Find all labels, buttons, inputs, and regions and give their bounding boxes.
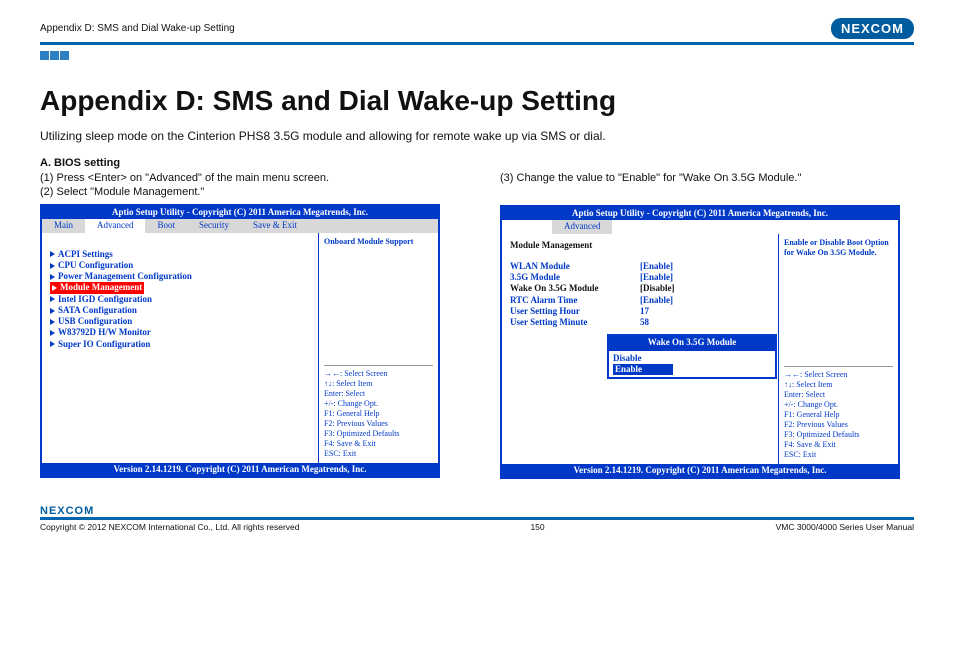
bios-item-cpu[interactable]: CPU Configuration: [50, 260, 310, 271]
tab-save-exit[interactable]: Save & Exit: [241, 219, 309, 232]
bios-item-igd[interactable]: Intel IGD Configuration: [50, 294, 310, 305]
row-rtc[interactable]: RTC Alarm Time[Enable]: [510, 295, 770, 306]
bios-item-acpi[interactable]: ACPI Settings: [50, 249, 310, 260]
page-title: Appendix D: SMS and Dial Wake-up Setting: [40, 85, 914, 117]
bios-side-title: Onboard Module Support: [324, 237, 433, 247]
footer-logo: NEXCOM: [40, 505, 914, 517]
bios-title: Aptio Setup Utility - Copyright (C) 2011…: [502, 207, 898, 220]
bios-tabs: Main Advanced Boot Security Save & Exit: [42, 219, 438, 232]
tab-advanced[interactable]: Advanced: [85, 219, 145, 232]
tab-main[interactable]: Main: [42, 219, 85, 232]
bios-item-module-management[interactable]: Module Management: [50, 282, 310, 293]
bios-item-usb[interactable]: USB Configuration: [50, 316, 310, 327]
popup-option-enable[interactable]: Enable: [613, 364, 673, 375]
wake-popup: Wake On 3.5G Module Disable Enable: [607, 334, 777, 380]
tab-advanced[interactable]: Advanced: [552, 220, 612, 233]
section-a-heading: A. BIOS setting: [40, 157, 914, 169]
bios-footer: Version 2.14.1219. Copyright (C) 2011 Am…: [42, 463, 438, 476]
header-logo: NEXCOM: [831, 18, 914, 39]
module-management-heading: Module Management: [510, 240, 770, 251]
footer-doc-title: VMC 3000/4000 Series User Manual: [776, 522, 914, 532]
bios-help-keys: →←: Select Screen ↑↓: Select Item Enter:…: [784, 366, 893, 460]
bios-screenshot-left: Aptio Setup Utility - Copyright (C) 2011…: [40, 204, 440, 478]
bios-tabs: Advanced: [502, 220, 898, 233]
step-2: (2) Select "Module Management.": [40, 186, 454, 198]
step-1: (1) Press <Enter> on "Advanced" of the m…: [40, 172, 454, 184]
bios-item-superio[interactable]: Super IO Configuration: [50, 339, 310, 350]
logo-text: NEXCOM: [831, 18, 914, 39]
header-rule: [40, 42, 914, 45]
bios-screenshot-right: Aptio Setup Utility - Copyright (C) 2011…: [500, 205, 900, 479]
tab-boot[interactable]: Boot: [145, 219, 187, 232]
step-3: (3) Change the value to "Enable" for "Wa…: [500, 172, 914, 184]
bios-help-keys: →←: Select Screen ↑↓: Select Item Enter:…: [324, 365, 433, 459]
footer-copyright: Copyright © 2012 NEXCOM International Co…: [40, 522, 300, 532]
row-wlan[interactable]: WLAN Module[Enable]: [510, 261, 770, 272]
bios-item-power[interactable]: Power Management Configuration: [50, 271, 310, 282]
bios-item-sata[interactable]: SATA Configuration: [50, 305, 310, 316]
row-hour[interactable]: User Setting Hour17: [510, 306, 770, 317]
decorative-squares: [40, 47, 914, 65]
intro-text: Utilizing sleep mode on the Cinterion PH…: [40, 129, 914, 143]
tab-security[interactable]: Security: [187, 219, 241, 232]
bios-side-title: Enable or Disable Boot Option for Wake O…: [784, 238, 893, 258]
page-number: 150: [530, 522, 544, 532]
row-wake-35g[interactable]: Wake On 3.5G Module[Disable]: [510, 283, 770, 294]
breadcrumb: Appendix D: SMS and Dial Wake-up Setting: [40, 23, 235, 34]
bios-item-hwmon[interactable]: W83792D H/W Monitor: [50, 327, 310, 338]
bios-title: Aptio Setup Utility - Copyright (C) 2011…: [42, 206, 438, 219]
popup-option-disable[interactable]: Disable: [613, 353, 771, 364]
row-minute[interactable]: User Setting Minute58: [510, 317, 770, 328]
row-35g[interactable]: 3.5G Module[Enable]: [510, 272, 770, 283]
popup-title: Wake On 3.5G Module: [609, 336, 775, 351]
bios-footer: Version 2.14.1219. Copyright (C) 2011 Am…: [502, 464, 898, 477]
